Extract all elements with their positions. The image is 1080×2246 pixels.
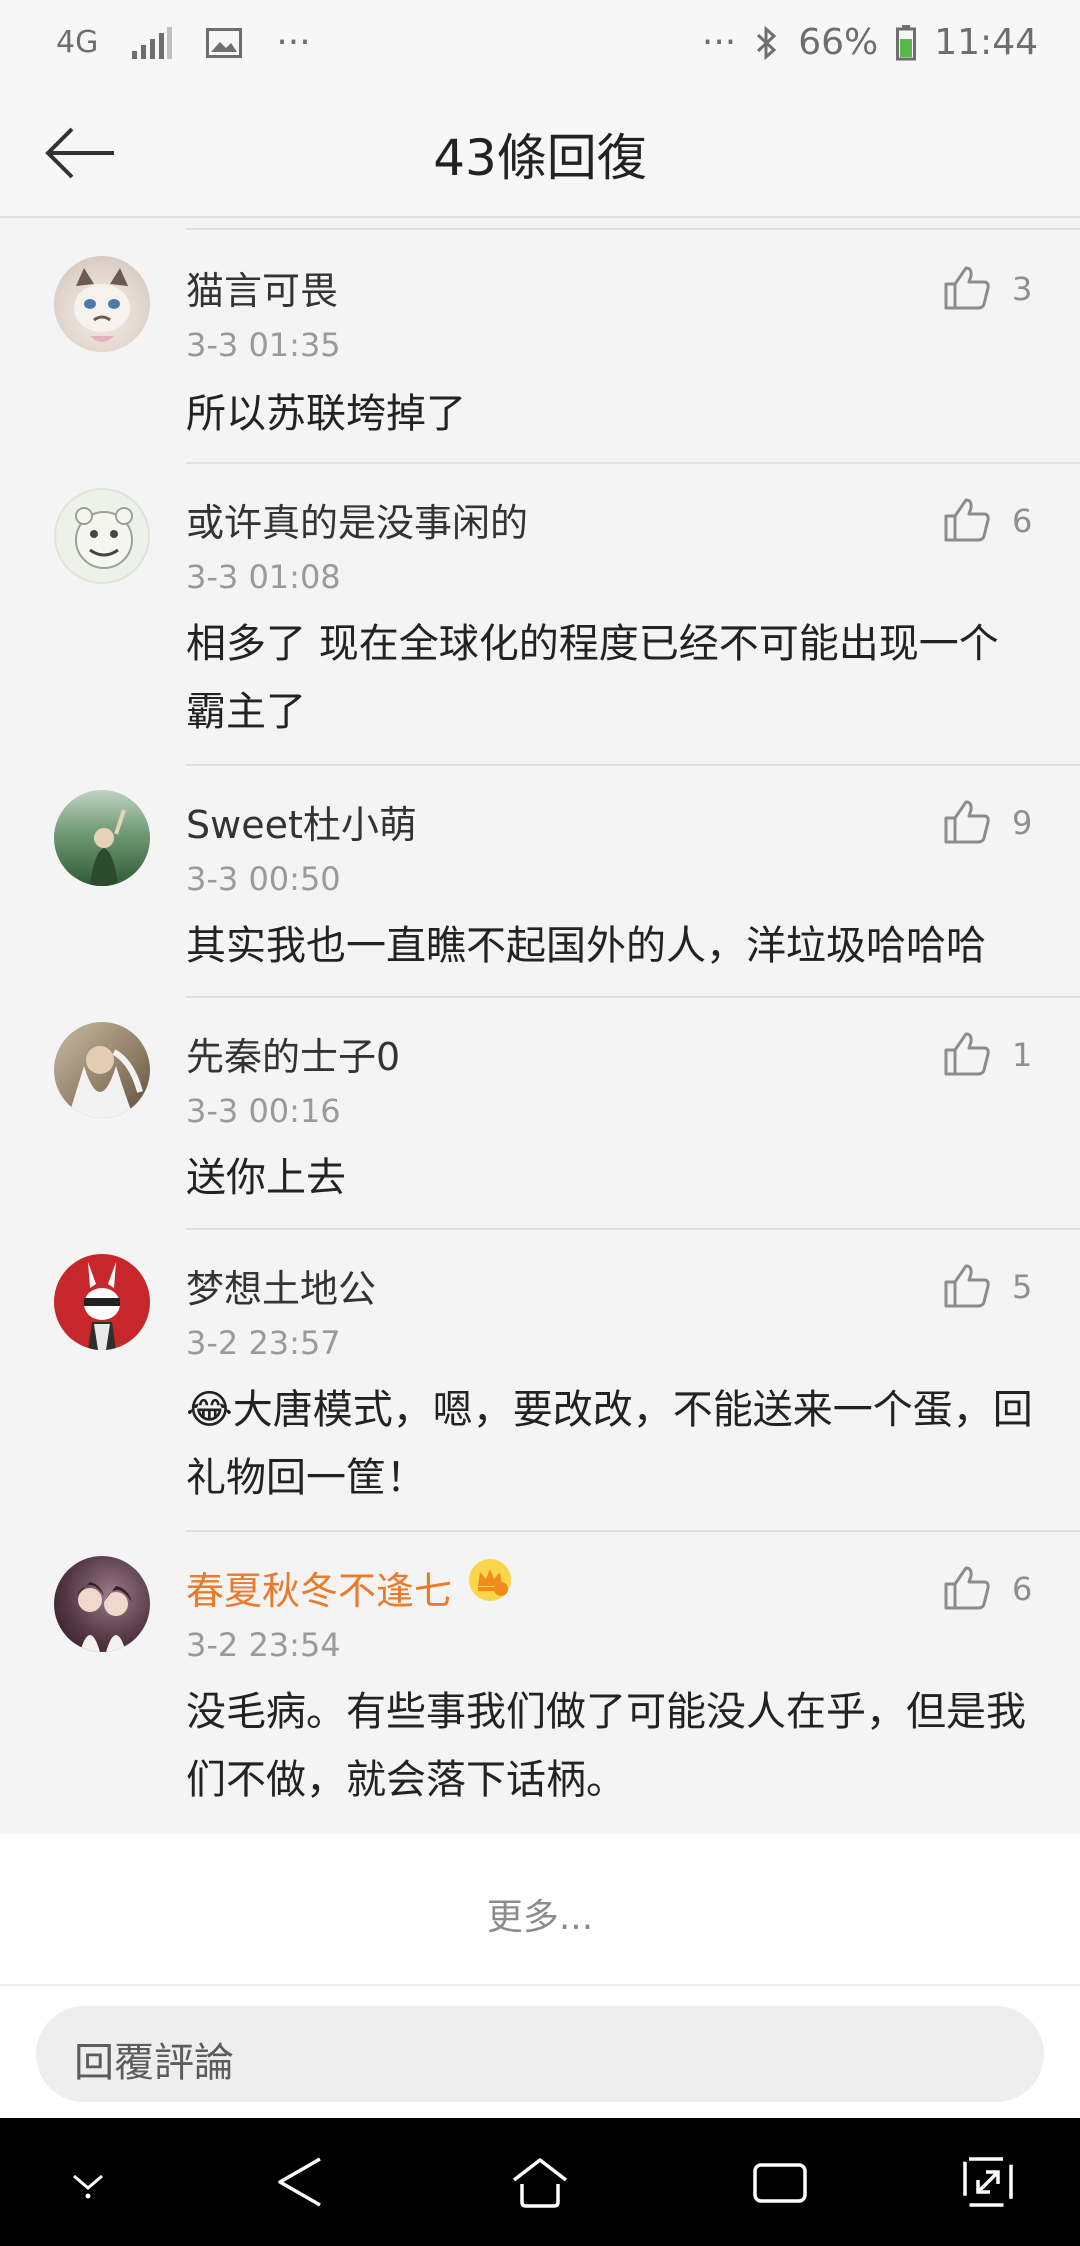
nav-home-icon — [512, 2158, 568, 2208]
like-button[interactable] — [942, 494, 992, 544]
system-nav-bar — [0, 2118, 1080, 2246]
divider — [186, 228, 1080, 230]
reply-author[interactable]: 梦想土地公 — [186, 1258, 376, 1313]
like-count: 6 — [1012, 1570, 1033, 1608]
nav-recents-icon — [753, 2163, 807, 2203]
reply-time: 3-3 00:16 — [186, 1092, 341, 1130]
reply-item: Sweet杜小萌 3-3 00:50 其实我也一直瞧不起国外的人，洋垃圾哈哈哈 … — [0, 766, 1080, 998]
like-count: 5 — [1012, 1268, 1033, 1306]
like-button[interactable] — [942, 796, 992, 846]
crown-badge-icon — [466, 1556, 514, 1604]
reply-text: 没毛病。有些事我们做了可能没人在乎，但是我们不做，就会落下话柄。 — [186, 1689, 1026, 1803]
reply-text: 😂大唐模式，嗯，要改改，不能送来一个蛋，回礼物回一筐！ — [186, 1387, 1033, 1501]
signal-icon — [132, 26, 173, 59]
reply-time: 3-2 23:57 — [186, 1324, 341, 1362]
reply-input[interactable]: 回覆評論 — [36, 2006, 1044, 2102]
status-bar: 4G ··· ··· 66% 11:44 — [0, 0, 1080, 90]
reply-author[interactable]: Sweet杜小萌 — [186, 794, 417, 849]
title-bar: 43條回復 — [0, 90, 1080, 218]
load-more-button[interactable]: 更多... — [0, 1834, 1080, 1984]
reply-time: 3-3 01:35 — [186, 326, 341, 364]
reply-text: 送你上去 — [186, 1155, 346, 1201]
avatar[interactable] — [54, 1556, 150, 1652]
avatar[interactable] — [54, 1022, 150, 1118]
reply-time: 3-3 01:08 — [186, 558, 341, 596]
image-icon — [206, 27, 243, 58]
nav-recents-button[interactable] — [750, 2152, 810, 2212]
reply-text: 其实我也一直瞧不起国外的人，洋垃圾哈哈哈 — [186, 923, 986, 969]
thumbs-up-icon — [944, 800, 990, 844]
reply-input-placeholder: 回覆評論 — [74, 2040, 234, 2086]
nav-back-button[interactable] — [270, 2152, 330, 2212]
reply-author[interactable]: 或许真的是没事闲的 — [186, 492, 528, 547]
reply-item: 先秦的士子0 3-3 00:16 送你上去 1 — [0, 998, 1080, 1230]
reply-text: 相多了 现在全球化的程度已经不可能出现一个霸主了 — [186, 621, 999, 735]
like-count: 1 — [1012, 1036, 1033, 1074]
reply-item: 梦想土地公 3-2 23:57 😂大唐模式，嗯，要改改，不能送来一个蛋，回礼物回… — [0, 1230, 1080, 1532]
reply-item: 或许真的是没事闲的 3-3 01:08 相多了 现在全球化的程度已经不可能出现一… — [0, 464, 1080, 766]
reply-bar: 回覆評論 — [0, 1984, 1080, 2120]
reply-text: 所以苏联垮掉了 — [186, 391, 466, 437]
page-title: 43條回復 — [433, 129, 647, 187]
like-button[interactable] — [942, 1562, 992, 1612]
nav-down-button[interactable] — [58, 2152, 118, 2212]
network-type-icon: 4G — [56, 24, 99, 60]
reply-author[interactable]: 猫言可畏 — [186, 260, 338, 315]
reply-author[interactable]: 春夏秋冬不逢七 — [186, 1560, 452, 1615]
reply-author[interactable]: 先秦的士子0 — [186, 1026, 400, 1081]
like-count: 3 — [1012, 270, 1033, 308]
like-button[interactable] — [942, 1260, 992, 1310]
reply-item: 猫言可畏 3-3 01:35 所以苏联垮掉了 3 — [0, 232, 1080, 464]
clock: 11:44 — [934, 22, 1038, 63]
thumbs-up-icon — [944, 1032, 990, 1076]
nav-back-icon — [278, 2157, 321, 2207]
nav-down-icon — [73, 2174, 103, 2199]
avatar[interactable] — [54, 488, 150, 584]
bluetooth-icon — [754, 25, 780, 61]
avatar[interactable] — [54, 256, 150, 352]
thumbs-up-icon — [944, 1264, 990, 1308]
thumbs-up-icon — [944, 1566, 990, 1610]
status-more-left: ··· — [276, 22, 311, 63]
reply-time: 3-3 00:50 — [186, 860, 341, 898]
battery-icon — [896, 24, 917, 61]
like-count: 9 — [1012, 804, 1033, 842]
thumbs-up-icon — [944, 266, 990, 310]
load-more-label: 更多... — [486, 1897, 594, 1938]
avatar[interactable] — [54, 790, 150, 886]
reply-item: 春夏秋冬不逢七 3-2 23:54 没毛病。有些事我们做了可能没人在乎，但是我们… — [0, 1532, 1080, 1834]
like-count: 6 — [1012, 502, 1033, 540]
nav-expand-icon — [963, 2157, 1013, 2207]
thumbs-up-icon — [944, 498, 990, 542]
battery-percent: 66% — [798, 22, 879, 63]
like-button[interactable] — [942, 262, 992, 312]
nav-expand-button[interactable] — [958, 2152, 1018, 2212]
reply-time: 3-2 23:54 — [186, 1626, 341, 1664]
avatar[interactable] — [54, 1254, 150, 1350]
nav-home-button[interactable] — [510, 2152, 570, 2212]
like-button[interactable] — [942, 1028, 992, 1078]
status-more-right: ··· — [701, 22, 737, 63]
network-type-label: 4G — [56, 24, 99, 60]
